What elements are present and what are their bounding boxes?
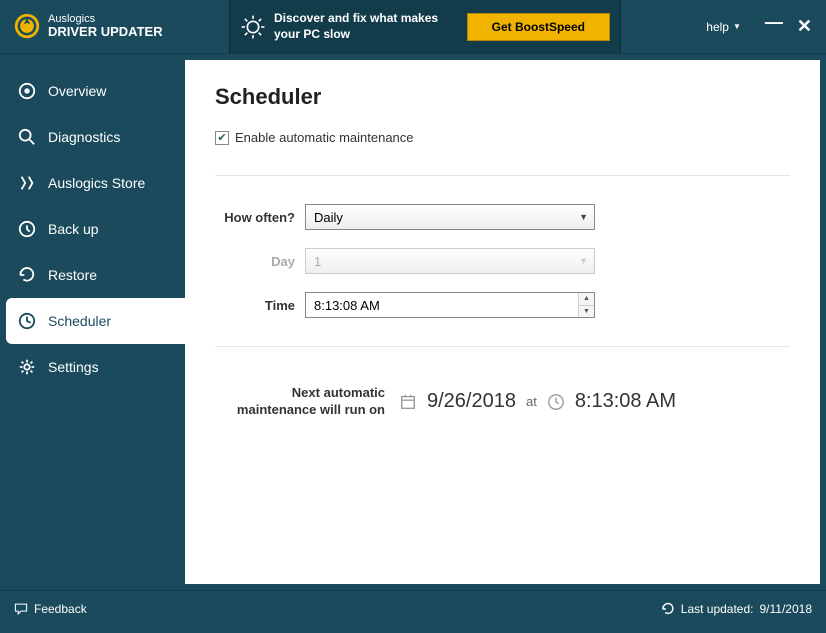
last-updated: Last updated: 9/11/2018	[661, 602, 812, 616]
how-often-label: How often?	[215, 210, 295, 225]
logo-icon	[14, 13, 40, 39]
time-value: 8:13:08 AM	[314, 298, 380, 313]
help-label: help	[706, 20, 729, 34]
restore-icon	[18, 266, 36, 284]
last-updated-value: 9/11/2018	[760, 602, 813, 616]
sidebar-item-label: Settings	[48, 359, 99, 375]
how-often-select[interactable]: Daily ▼	[305, 204, 595, 230]
at-text: at	[526, 394, 537, 409]
calendar-icon	[399, 393, 417, 411]
sidebar-item-label: Restore	[48, 267, 97, 283]
bulb-icon	[240, 14, 266, 40]
sidebar-item-scheduler[interactable]: Scheduler	[6, 298, 185, 344]
target-icon	[18, 82, 36, 100]
sidebar-item-diagnostics[interactable]: Diagnostics	[0, 114, 185, 160]
promo-text: Discover and fix what makes your PC slow	[274, 11, 467, 42]
clock-icon	[547, 393, 565, 411]
time-label: Time	[215, 298, 295, 313]
enable-maintenance-checkbox[interactable]: ✔	[215, 131, 229, 145]
last-updated-label: Last updated:	[681, 602, 754, 616]
feedback-label: Feedback	[34, 602, 87, 616]
sidebar-item-store[interactable]: Auslogics Store	[0, 160, 185, 206]
sidebar-item-overview[interactable]: Overview	[0, 68, 185, 114]
how-often-value: Daily	[314, 210, 343, 225]
day-label: Day	[215, 254, 295, 269]
spinner-down[interactable]: ▼	[579, 306, 594, 318]
next-time: 8:13:08 AM	[575, 390, 676, 413]
feedback-link[interactable]: Feedback	[14, 602, 87, 616]
page-title: Scheduler	[215, 84, 790, 110]
boostspeed-button[interactable]: Get BoostSpeed	[467, 13, 610, 41]
search-icon	[18, 128, 36, 146]
sidebar: Overview Diagnostics Auslogics Store Bac…	[0, 54, 185, 590]
close-button[interactable]: ✕	[797, 16, 812, 37]
scheduler-icon	[18, 312, 36, 330]
divider	[215, 175, 790, 176]
product-name: DRIVER UPDATER	[48, 25, 163, 39]
promo-banner: Discover and fix what makes your PC slow…	[229, 0, 621, 54]
time-spinner: ▲ ▼	[578, 293, 594, 317]
main-content: Scheduler ✔ Enable automatic maintenance…	[185, 60, 820, 584]
sidebar-item-label: Auslogics Store	[48, 175, 145, 191]
chevron-down-icon: ▼	[733, 22, 741, 31]
minimize-button[interactable]: —	[765, 12, 783, 33]
time-input[interactable]: 8:13:08 AM ▲ ▼	[305, 292, 595, 318]
next-run-label: Next automatic maintenance will run on	[215, 385, 385, 419]
sidebar-item-label: Overview	[48, 83, 106, 99]
sidebar-item-label: Diagnostics	[48, 129, 120, 145]
sidebar-item-backup[interactable]: Back up	[0, 206, 185, 252]
refresh-icon	[661, 602, 675, 616]
gear-icon	[18, 358, 36, 376]
sidebar-item-label: Back up	[48, 221, 99, 237]
backup-icon	[18, 220, 36, 238]
app-logo: Auslogics DRIVER UPDATER	[0, 13, 229, 39]
chevron-down-icon: ▼	[579, 256, 588, 266]
day-select: 1 ▼	[305, 248, 595, 274]
spinner-up[interactable]: ▲	[579, 293, 594, 306]
store-icon	[18, 174, 36, 192]
checkbox-label: Enable automatic maintenance	[235, 130, 414, 145]
help-menu[interactable]: help ▼	[706, 20, 741, 34]
chevron-down-icon: ▼	[579, 212, 588, 222]
sidebar-item-settings[interactable]: Settings	[0, 344, 185, 390]
sidebar-item-label: Scheduler	[48, 313, 111, 329]
day-value: 1	[314, 254, 321, 269]
feedback-icon	[14, 602, 28, 616]
sidebar-item-restore[interactable]: Restore	[0, 252, 185, 298]
next-date: 9/26/2018	[427, 390, 516, 413]
divider	[215, 346, 790, 347]
